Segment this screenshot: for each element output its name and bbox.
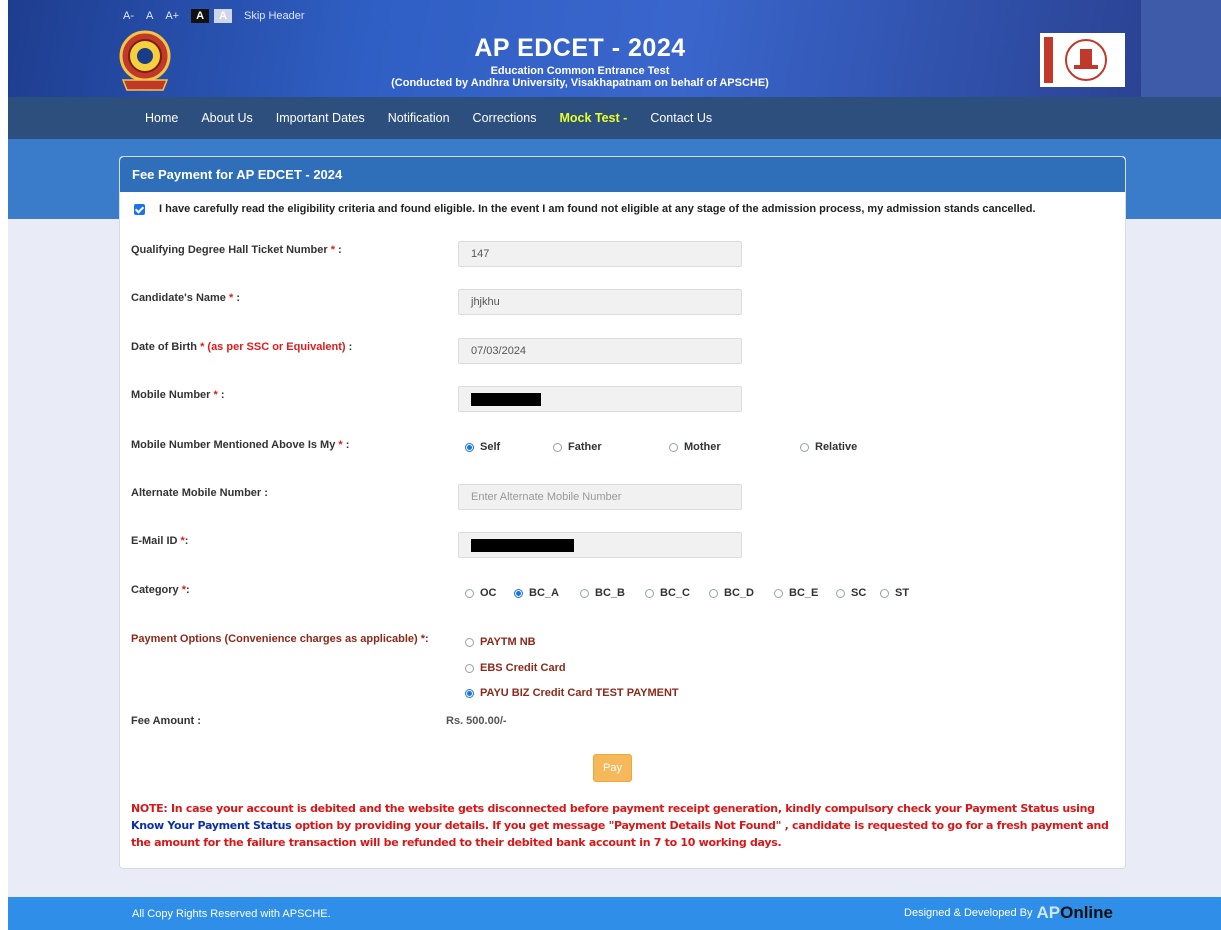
email-label: E-Mail ID *: [131, 535, 189, 547]
radio-dot-selected [465, 688, 474, 698]
site-footer: All Copy Rights Reserved with APSCHE. De… [8, 897, 1221, 930]
radio-dot [580, 588, 589, 598]
radio-dot [836, 588, 845, 598]
page-title: AP EDCET - 2024 [474, 34, 686, 62]
theme-dark-button[interactable]: A [191, 9, 210, 23]
apsche-logo-icon [1040, 33, 1125, 87]
radio-bc-c[interactable]: BC_C [645, 587, 709, 599]
radio-bc-e[interactable]: BC_E [774, 587, 836, 599]
hall-ticket-input[interactable]: 147 [458, 241, 742, 267]
fee-payment-card: Fee Payment for AP EDCET - 2024 I have c… [119, 156, 1126, 869]
alternate-mobile-input[interactable]: Enter Alternate Mobile Number [458, 484, 742, 510]
font-decrease-button[interactable]: A- [123, 10, 134, 22]
radio-dot [465, 637, 474, 647]
payment-options-label: Payment Options (Convenience charges as … [131, 633, 429, 645]
candidate-name-input[interactable]: jhjkhu [458, 289, 742, 315]
designed-by-text: Designed & Developed By [904, 907, 1033, 919]
radio-sc[interactable]: SC [836, 587, 880, 599]
theme-light-button[interactable]: A [214, 9, 233, 23]
alternate-mobile-label: Alternate Mobile Number : [131, 487, 268, 499]
eligibility-text: I have carefully read the eligibility cr… [159, 203, 1036, 215]
category-radio-group: OC BC_A BC_B BC_C BC_D BC_E SC ST [465, 587, 909, 599]
radio-dot [800, 442, 809, 452]
fee-amount-value: Rs. 500.00/- [446, 715, 507, 727]
email-input[interactable] [458, 532, 742, 558]
radio-dot [465, 663, 474, 673]
nav-mock-test[interactable]: Mock Test - [559, 111, 627, 125]
accessibility-bar: A- A A+ A A Skip Header [123, 7, 317, 25]
radio-father[interactable]: Father [553, 441, 669, 453]
main-navbar: Home About Us Important Dates Notificati… [8, 97, 1221, 139]
pay-button[interactable]: Pay [593, 754, 632, 782]
candidate-name-label: Candidate's Name * : [131, 292, 241, 304]
radio-dot-selected [465, 442, 474, 452]
mobile-owner-label: Mobile Number Mentioned Above Is My * : [131, 439, 350, 451]
radio-dot-selected [514, 588, 523, 598]
payment-note: NOTE: In case your account is debited an… [131, 802, 1109, 849]
nav-notification[interactable]: Notification [388, 111, 450, 125]
radio-oc[interactable]: OC [465, 587, 514, 599]
redacted-email [471, 538, 574, 552]
radio-dot [669, 442, 678, 452]
designed-by: Designed & Developed By APOnline [904, 903, 1113, 923]
hall-ticket-label: Qualifying Degree Hall Ticket Number * : [131, 244, 342, 256]
radio-bc-b[interactable]: BC_B [580, 587, 645, 599]
mobile-number-input[interactable] [458, 386, 742, 412]
dob-label: Date of Birth * (as per SSC or Equivalen… [131, 341, 353, 353]
header-title-block: AP EDCET - 2024 Education Common Entranc… [330, 34, 830, 89]
nav-corrections[interactable]: Corrections [473, 111, 537, 125]
nav-home[interactable]: Home [145, 111, 178, 125]
aponline-logo[interactable]: APOnline [1036, 903, 1113, 923]
category-label: Category *: [131, 584, 190, 596]
conducted-by-text: (Conducted by Andhra University, Visakha… [391, 77, 769, 89]
nav-contact-us[interactable]: Contact Us [650, 111, 712, 125]
radio-self[interactable]: Self [465, 441, 553, 453]
radio-bc-a[interactable]: BC_A [514, 587, 580, 599]
font-normal-button[interactable]: A [146, 10, 153, 22]
radio-dot [465, 588, 474, 598]
radio-dot [774, 588, 783, 598]
andhra-university-logo-icon [117, 30, 173, 94]
page-subtitle: Education Common Entrance Test [490, 65, 670, 77]
eligibility-row: I have carefully read the eligibility cr… [134, 203, 1036, 215]
nav-about-us[interactable]: About Us [201, 111, 252, 125]
payment-option-payu[interactable]: PAYU BIZ Credit Card TEST PAYMENT [465, 687, 679, 699]
know-payment-status-link[interactable]: Know Your Payment Status [131, 819, 292, 832]
radio-mother[interactable]: Mother [669, 441, 800, 453]
eligibility-checkbox[interactable] [134, 203, 145, 215]
payment-option-ebs[interactable]: EBS Credit Card [465, 662, 566, 674]
radio-dot [880, 588, 889, 598]
radio-bc-d[interactable]: BC_D [709, 587, 774, 599]
skip-header-link[interactable]: Skip Header [244, 10, 305, 22]
radio-dot [553, 442, 562, 452]
nav-important-dates[interactable]: Important Dates [276, 111, 365, 125]
radio-relative[interactable]: Relative [800, 441, 857, 453]
radio-dot [645, 588, 654, 598]
fee-amount-label: Fee Amount : [131, 715, 201, 727]
dob-input[interactable]: 07/03/2024 [458, 338, 742, 364]
copyright-text: All Copy Rights Reserved with APSCHE. [132, 908, 331, 920]
radio-dot [709, 588, 718, 598]
redacted-mobile [471, 392, 541, 406]
radio-st[interactable]: ST [880, 587, 909, 599]
payment-option-paytm[interactable]: PAYTM NB [465, 636, 536, 648]
mobile-owner-radio-group: Self Father Mother Relative [465, 441, 857, 453]
mobile-number-label: Mobile Number * : [131, 389, 225, 401]
font-increase-button[interactable]: A+ [165, 10, 179, 22]
header-right-strip [1141, 0, 1221, 97]
card-title: Fee Payment for AP EDCET - 2024 [120, 157, 1125, 192]
